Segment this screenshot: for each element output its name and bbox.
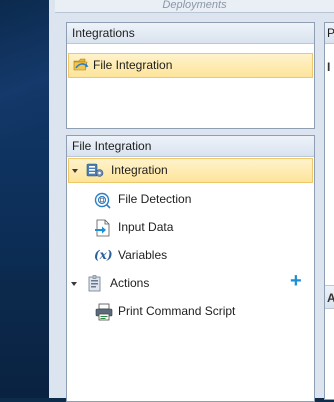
tree-item-file-detection[interactable]: File Detection [68, 188, 311, 210]
file-integration-panel: File Integration Integration File Detect… [66, 135, 315, 402]
integration-item-label: File Integration [93, 58, 173, 72]
file-detection-icon [94, 191, 112, 216]
deployments-header: Deployments [55, 0, 334, 13]
desktop-background [0, 0, 49, 140]
print-icon [95, 303, 113, 328]
tree-item-actions-label: Actions [110, 276, 150, 290]
integrations-panel-title: Integrations [67, 23, 314, 44]
desktop-background [0, 140, 49, 270]
tree-item-label: Input Data [118, 220, 174, 234]
tree-item-variables[interactable]: (x) Variables [68, 244, 311, 266]
integration-icon [86, 162, 104, 185]
tree-item-integration[interactable]: Integration [68, 158, 313, 183]
variables-icon: (x) [94, 248, 113, 262]
actions-icon [87, 275, 103, 300]
folder-link-icon [73, 57, 91, 80]
file-integration-panel-title: File Integration [67, 136, 314, 157]
tree-item-label: Variables [118, 248, 168, 262]
integration-item-file-integration[interactable]: File Integration [68, 53, 313, 78]
expand-arrow-icon[interactable] [71, 282, 77, 286]
tree-item-actions[interactable]: Actions [68, 272, 311, 294]
tree-item-print-command-script[interactable]: Print Command Script [68, 300, 311, 322]
properties-section-label: I [327, 60, 331, 74]
add-action-button[interactable]: + [290, 270, 302, 292]
integrations-panel: Integrations File Integration [66, 22, 315, 129]
input-data-icon [95, 219, 111, 244]
tree-item-label: Print Command Script [118, 304, 236, 318]
expand-arrow-icon[interactable] [72, 169, 78, 173]
properties-panel: P I A [324, 22, 334, 400]
properties-section-label: A [327, 291, 334, 305]
desktop-background [0, 270, 49, 398]
tree-item-label: File Detection [118, 192, 192, 206]
tree-item-integration-label: Integration [111, 163, 168, 177]
properties-panel-title: P [325, 23, 334, 44]
application-window: Deployments Integrations File Integratio… [49, 0, 334, 402]
tree-item-input-data[interactable]: Input Data [68, 216, 311, 238]
